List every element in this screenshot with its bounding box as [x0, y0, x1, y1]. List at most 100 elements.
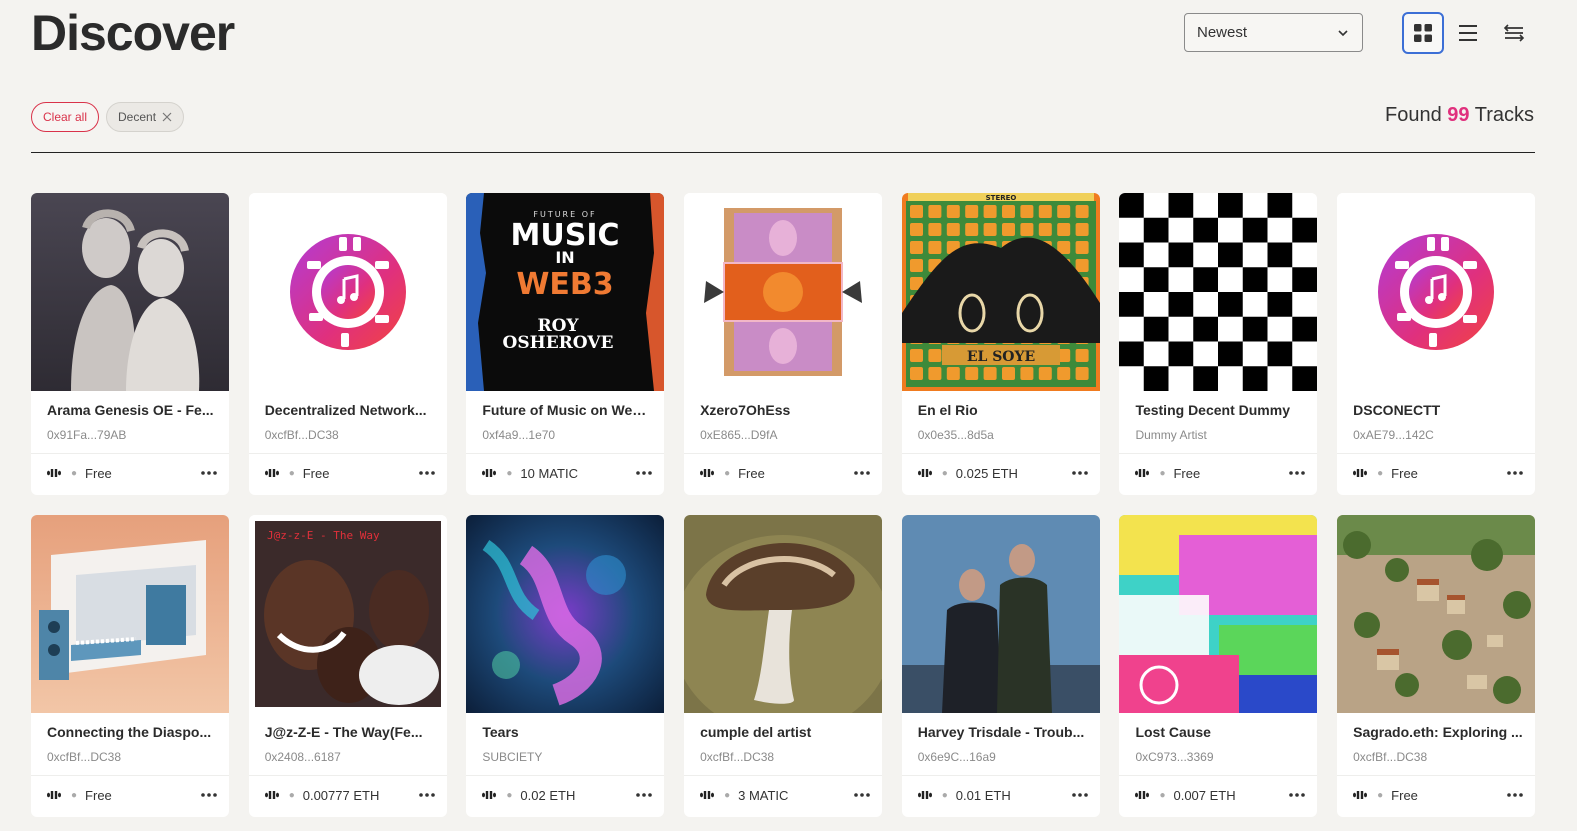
track-artwork[interactable]: [1337, 515, 1536, 713]
track-title[interactable]: Xzero7OhEss: [700, 402, 870, 418]
track-title[interactable]: Decentralized Network...: [265, 402, 435, 418]
track-card[interactable]: J@z-z-E - The Way J@z-Z-E - The Way(Fe..…: [248, 515, 447, 817]
card-divider: [248, 453, 447, 454]
separator-dot: ●: [1159, 467, 1166, 479]
svg-text:IN: IN: [556, 248, 575, 267]
track-price: 0.025 ETH: [955, 465, 1018, 481]
separator-dot: ●: [724, 789, 731, 801]
more-options-icon[interactable]: [1507, 793, 1523, 797]
track-title[interactable]: Harvey Trisdale - Troub...: [918, 724, 1088, 740]
separator-dot: ●: [1377, 789, 1384, 801]
track-artwork[interactable]: [684, 193, 883, 391]
more-options-icon[interactable]: [1289, 793, 1306, 797]
track-card[interactable]: Lost Cause 0xC973...3369 ● 0.007 ETH: [1119, 515, 1318, 817]
track-title[interactable]: DSCONECTT: [1353, 402, 1523, 418]
track-card[interactable]: Sagrado.eth: Exploring ... 0xcfBf...DC38…: [1337, 515, 1536, 817]
filter-chip-decent[interactable]: Decent: [106, 102, 184, 132]
track-artwork[interactable]: FUTURE OF MUSIC IN WEB3 ROY OSHEROVE: [466, 193, 665, 391]
track-card[interactable]: DSCONECTT 0xAE79...142C ● Free: [1337, 193, 1536, 495]
more-options-icon[interactable]: [1071, 793, 1088, 797]
track-artist[interactable]: 0xcfBf...DC38: [265, 428, 339, 442]
separator-dot: ●: [506, 467, 513, 479]
svg-text:STEREO: STEREO: [985, 194, 1016, 202]
separator-dot: ●: [941, 789, 948, 801]
close-icon[interactable]: [162, 112, 172, 122]
track-artist[interactable]: 0xcfBf...DC38: [1353, 750, 1427, 764]
track-artist[interactable]: 0xAE79...142C: [1353, 428, 1434, 442]
sort-dropdown[interactable]: Newest: [1184, 13, 1363, 52]
track-artist[interactable]: 0x2408...6187: [265, 750, 341, 764]
track-card[interactable]: Xzero7OhEss 0xE865...D9fA ● Free: [684, 193, 883, 495]
track-card[interactable]: Tears SUBCIETY ● 0.02 ETH: [466, 515, 665, 817]
track-title[interactable]: Sagrado.eth: Exploring ...: [1353, 724, 1523, 740]
track-title[interactable]: J@z-Z-E - The Way(Fe...: [265, 724, 435, 740]
track-title[interactable]: cumple del artist: [700, 724, 870, 740]
track-card[interactable]: cumple del artist 0xcfBf...DC38 ● 3 MATI…: [684, 515, 883, 817]
decent-logo-icon: [917, 791, 932, 799]
grid-view-button[interactable]: [1402, 12, 1444, 54]
more-options-icon[interactable]: [201, 471, 217, 475]
track-card[interactable]: STEREO EL SOYE En el Rio 0x0e35...8d5a ●…: [901, 193, 1100, 495]
track-card[interactable]: Testing Decent Dummy Dummy Artist ● Free: [1119, 193, 1318, 495]
track-artwork[interactable]: [248, 193, 447, 391]
more-options-icon[interactable]: [636, 471, 653, 475]
track-card[interactable]: Connecting the Diaspo... 0xcfBf...DC38 ●…: [31, 515, 229, 817]
decent-logo-icon: [1353, 469, 1368, 477]
track-artwork[interactable]: [1337, 193, 1536, 391]
track-price: Free: [1391, 465, 1418, 481]
chevron-down-icon: [1338, 29, 1348, 36]
compact-view-button[interactable]: [1493, 12, 1535, 54]
track-title[interactable]: Lost Cause: [1135, 724, 1305, 740]
more-options-icon[interactable]: [201, 793, 217, 797]
track-artwork[interactable]: [1119, 515, 1318, 713]
more-options-icon[interactable]: [418, 471, 435, 475]
track-artwork[interactable]: [901, 515, 1100, 713]
track-artist[interactable]: 0xcfBf...DC38: [700, 750, 774, 764]
more-options-icon[interactable]: [1071, 471, 1088, 475]
track-grid: Arama Genesis OE - Fe... 0x91Fa...79AB ●…: [31, 193, 1536, 817]
track-artwork[interactable]: STEREO EL SOYE: [901, 193, 1100, 391]
track-artwork[interactable]: [684, 515, 883, 713]
decent-logo-icon: [700, 791, 715, 799]
track-title[interactable]: Arama Genesis OE - Fe...: [47, 402, 217, 418]
more-options-icon[interactable]: [854, 471, 870, 475]
track-artwork[interactable]: J@z-z-E - The Way: [248, 515, 447, 713]
track-artist[interactable]: 0xcfBf...DC38: [47, 750, 121, 764]
track-artist[interactable]: 0xf4a9...1e70: [482, 428, 555, 442]
track-artwork[interactable]: [31, 515, 229, 713]
track-artwork[interactable]: [31, 193, 229, 391]
track-title[interactable]: Future of Music on Web...: [482, 402, 652, 418]
track-artist[interactable]: 0x6e9C...16a9: [918, 750, 996, 764]
more-options-icon[interactable]: [636, 793, 653, 797]
track-card[interactable]: Decentralized Network... 0xcfBf...DC38 ●…: [248, 193, 447, 495]
card-divider: [248, 775, 447, 776]
track-card[interactable]: Harvey Trisdale - Troub... 0x6e9C...16a9…: [901, 515, 1100, 817]
separator-dot: ●: [288, 467, 295, 479]
more-options-icon[interactable]: [1507, 471, 1523, 475]
card-divider: [466, 775, 665, 776]
more-options-icon[interactable]: [854, 793, 870, 797]
track-artwork[interactable]: [466, 515, 665, 713]
track-title[interactable]: Connecting the Diaspo...: [47, 724, 217, 740]
decent-logo-icon: [47, 469, 61, 477]
track-artist[interactable]: 0x0e35...8d5a: [918, 428, 994, 442]
track-card[interactable]: Arama Genesis OE - Fe... 0x91Fa...79AB ●…: [31, 193, 229, 495]
list-view-button[interactable]: [1447, 12, 1489, 54]
clear-all-button[interactable]: Clear all: [31, 102, 99, 132]
track-title[interactable]: En el Rio: [918, 402, 1088, 418]
track-title[interactable]: Tears: [482, 724, 652, 740]
svg-text:WEB3: WEB3: [517, 267, 614, 302]
more-options-icon[interactable]: [1289, 471, 1306, 475]
card-divider: [1119, 775, 1318, 776]
track-title[interactable]: Testing Decent Dummy: [1135, 402, 1305, 418]
track-artist[interactable]: Dummy Artist: [1135, 428, 1206, 442]
track-artist[interactable]: 0xC973...3369: [1135, 750, 1213, 764]
results-prefix: Found: [1385, 104, 1442, 126]
track-artwork[interactable]: [1119, 193, 1318, 391]
decent-logo-icon: [1135, 469, 1150, 477]
track-artist[interactable]: SUBCIETY: [482, 750, 542, 764]
track-artist[interactable]: 0xE865...D9fA: [700, 428, 777, 442]
more-options-icon[interactable]: [418, 793, 435, 797]
track-card[interactable]: FUTURE OF MUSIC IN WEB3 ROY OSHEROVE Fut…: [466, 193, 665, 495]
track-artist[interactable]: 0x91Fa...79AB: [47, 428, 126, 442]
